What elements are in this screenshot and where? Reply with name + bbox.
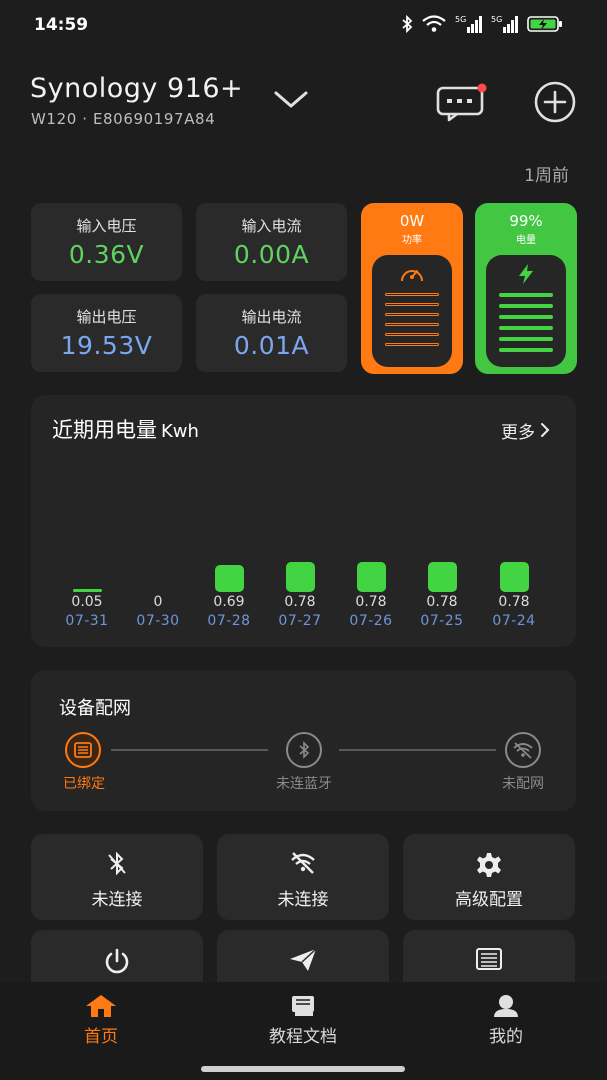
bar-value-label: 0 — [153, 594, 163, 610]
bar-date-label: 07-26 — [349, 613, 393, 629]
metric-value: 0.36V — [68, 240, 145, 269]
speedometer-icon — [401, 270, 423, 282]
wifi-connect-tile[interactable]: 未连接 — [217, 834, 389, 920]
battery-level-lines — [499, 293, 553, 359]
device-name: Synology 916+ — [30, 73, 244, 104]
gear-icon — [477, 853, 501, 877]
step-label: 未配网 — [502, 776, 544, 792]
step-connector — [339, 749, 496, 751]
message-icon[interactable] — [435, 82, 489, 122]
usage-bar — [356, 562, 386, 592]
tile-label: 高级配置 — [455, 890, 523, 910]
user-icon — [494, 995, 518, 1017]
metric-value: 0.01A — [233, 331, 310, 360]
bar-value-label: 0.78 — [284, 594, 316, 610]
output-current-card: 输出电流 0.01A — [196, 294, 347, 372]
battery-label: 电量 — [516, 235, 536, 246]
lightning-icon — [519, 264, 533, 284]
usage-bar — [214, 565, 244, 592]
tab-label: 首页 — [84, 1027, 118, 1047]
advanced-config-tile[interactable]: 高级配置 — [403, 834, 575, 920]
add-device-icon[interactable] — [533, 80, 577, 124]
bar-value-label: 0.05 — [71, 594, 103, 610]
step-bluetooth — [286, 732, 322, 768]
bluetooth-off-icon — [108, 851, 126, 876]
bar-date-label: 07-25 — [420, 613, 464, 629]
bluetooth-connect-tile[interactable]: 未连接 — [31, 834, 203, 920]
step-label: 已绑定 — [63, 776, 105, 792]
home-indicator[interactable] — [201, 1066, 405, 1072]
input-voltage-card: 输入电压 0.36V — [31, 203, 182, 281]
power-icon — [105, 948, 129, 974]
svg-text:5G: 5G — [491, 15, 502, 24]
wifi-off-icon — [513, 742, 533, 759]
tab-label: 我的 — [489, 1027, 523, 1047]
usage-bar — [72, 589, 102, 592]
power-card[interactable]: 0W 功率 — [361, 203, 463, 374]
metric-label: 输入电流 — [241, 217, 302, 235]
metric-label: 输出电流 — [241, 308, 302, 326]
status-icons: 5G 5G — [401, 14, 563, 34]
step-network — [505, 732, 541, 768]
bluetooth-status-icon — [402, 15, 413, 33]
battery-value: 99% — [509, 212, 543, 230]
bar-date-label: 07-28 — [207, 613, 251, 629]
bar-value-label: 0.78 — [426, 594, 458, 610]
network-title: 设备配网 — [59, 698, 131, 719]
bar-value-label: 0.78 — [355, 594, 387, 610]
status-bar: 14:59 5G 5G — [0, 0, 607, 52]
power-level-lines — [385, 293, 439, 353]
chevron-down-icon[interactable] — [272, 88, 310, 112]
input-current-card: 输入电流 0.00A — [196, 203, 347, 281]
step-bound — [65, 732, 101, 768]
wifi-status-icon — [422, 15, 446, 32]
wifi-off-icon — [291, 852, 315, 874]
tab-label: 教程文档 — [269, 1027, 337, 1047]
bar-date-label: 07-30 — [136, 613, 180, 629]
chevron-right-icon[interactable] — [540, 422, 550, 438]
output-voltage-card: 输出电压 19.53V — [31, 294, 182, 372]
send-icon — [290, 948, 317, 971]
signal-5g-icon: 5G — [455, 15, 482, 33]
more-link[interactable]: 更多 — [501, 418, 535, 443]
home-icon — [86, 995, 116, 1017]
metric-value: 19.53V — [60, 331, 153, 360]
battery-charging-icon — [527, 16, 562, 32]
signal-5g-icon-2: 5G — [491, 15, 518, 33]
metric-value: 0.00A — [233, 240, 310, 269]
device-subtitle: W120 · E80690197A84 — [31, 110, 216, 128]
tile-label: 未连接 — [277, 890, 329, 910]
bar-value-label: 0.78 — [498, 594, 530, 610]
usage-bar — [427, 562, 457, 592]
power-value: 0W — [399, 212, 425, 230]
metric-label: 输入电压 — [76, 217, 137, 235]
book-icon — [292, 996, 314, 1016]
step-label: 未连蓝牙 — [276, 776, 332, 792]
bar-date-label: 07-27 — [278, 613, 322, 629]
usage-title: 近期用电量 Kwh — [52, 418, 199, 442]
metric-label: 输出电压 — [76, 308, 137, 326]
bluetooth-icon — [299, 741, 310, 759]
battery-card[interactable]: 99% 电量 — [475, 203, 577, 374]
device-icon — [74, 742, 92, 758]
battery-gauge-body — [486, 255, 566, 367]
power-label: 功率 — [402, 235, 422, 246]
usage-unit: Kwh — [161, 421, 199, 442]
step-connector — [111, 749, 268, 751]
power-gauge-body — [372, 255, 452, 367]
bar-date-label: 07-24 — [492, 613, 536, 629]
list-icon — [476, 948, 502, 970]
usage-bar — [285, 562, 315, 592]
tile-label: 未连接 — [91, 890, 143, 910]
usage-bar — [499, 562, 529, 592]
bar-value-label: 0.69 — [213, 594, 245, 610]
svg-text:5G: 5G — [455, 15, 466, 24]
last-updated: 1周前 — [524, 166, 569, 186]
status-time: 14:59 — [34, 15, 89, 35]
bar-date-label: 07-31 — [65, 613, 109, 629]
